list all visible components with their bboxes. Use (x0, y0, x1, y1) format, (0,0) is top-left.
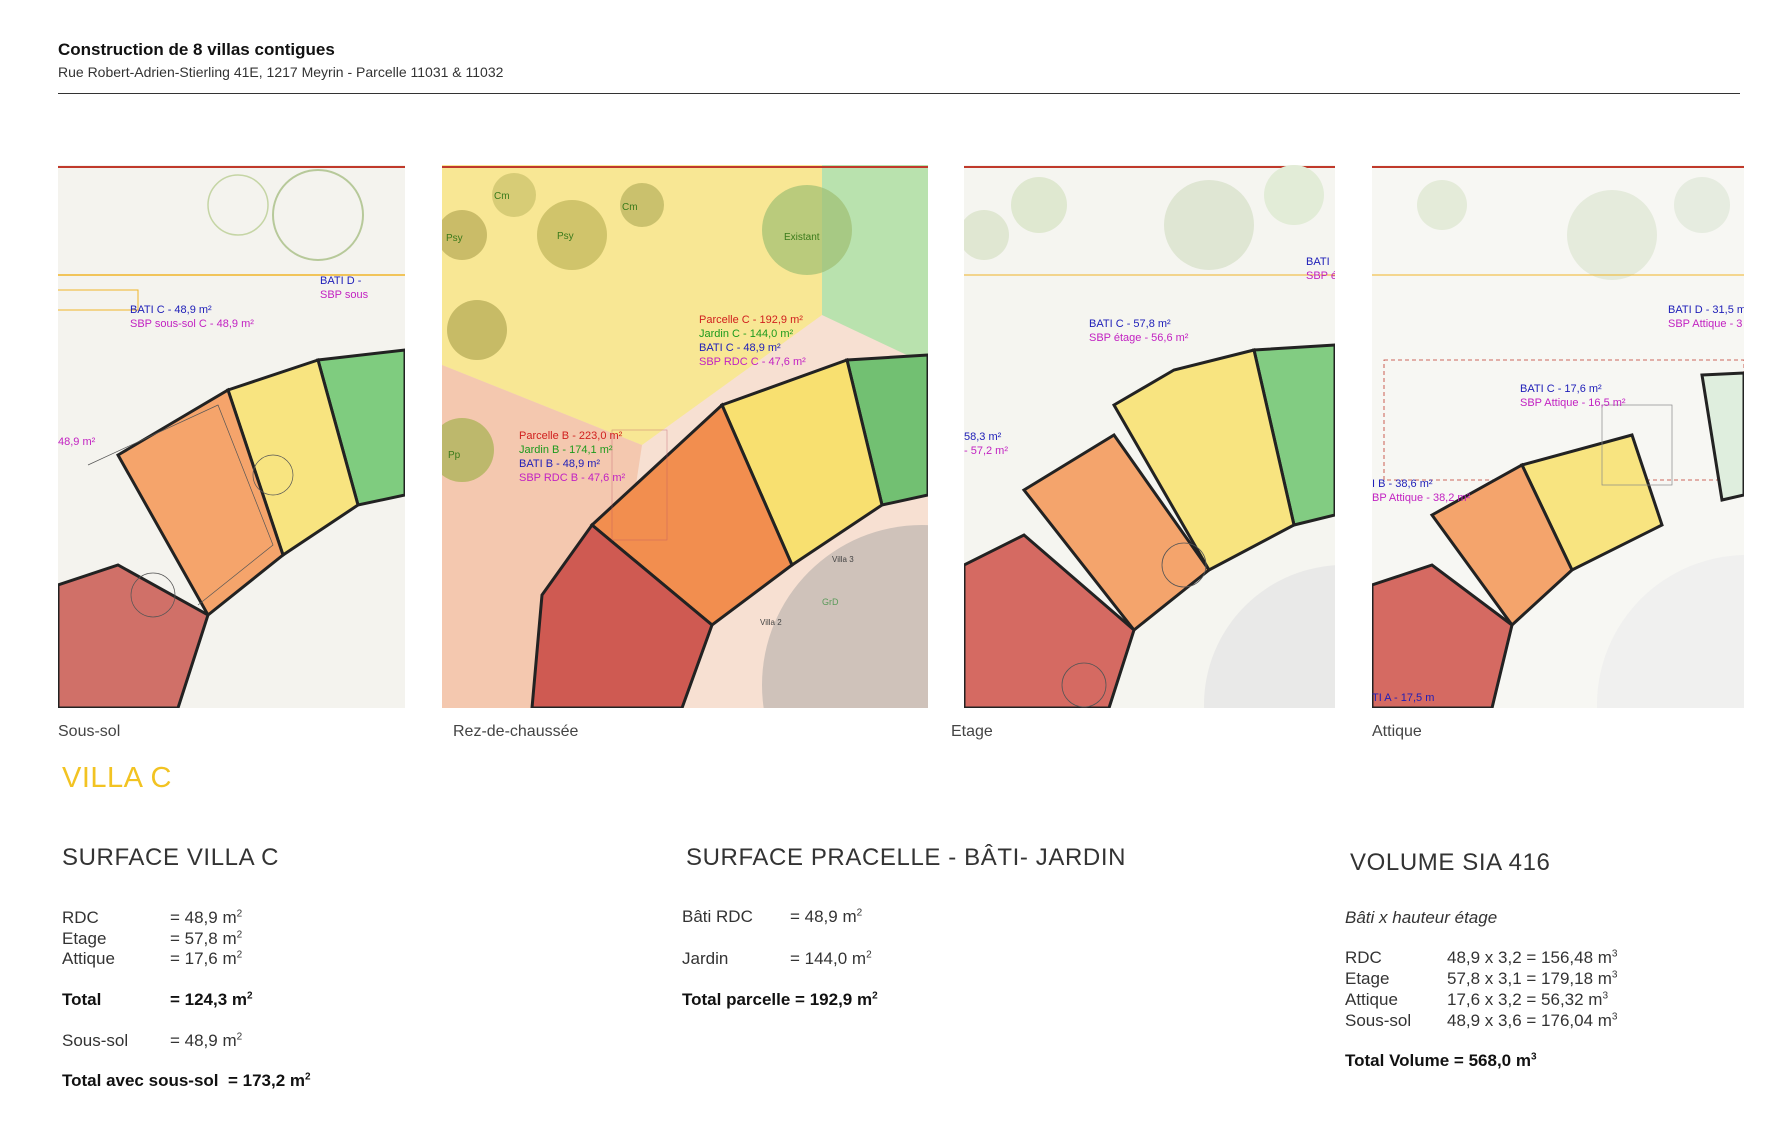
surface-row-etage: Etage = 57,8 m2 (62, 929, 242, 949)
plan-label: I B - 38,6 m² (1372, 478, 1433, 490)
surface-total-label: Total (62, 990, 102, 1009)
volume-total: Total Volume = 568,0 m3 (1345, 1051, 1537, 1070)
plan-label: - 57,2 m² (964, 445, 1008, 457)
surface-row-label: Attique (62, 949, 115, 968)
parcelle-row-value: = 144,0 m2 (790, 949, 872, 968)
volume-row-rdc: RDC 48,9 x 3,2 = 156,48 m3 (1345, 948, 1617, 968)
plan-label: SBP RDC B - 47,6 m² (519, 472, 625, 484)
surface-row-value: = 57,8 m2 (170, 929, 243, 948)
volume-row-label: Attique (1345, 990, 1398, 1009)
plan-label: Villa 2 (760, 618, 782, 627)
plan-label: BATI C - 57,8 m² (1089, 318, 1171, 330)
plan-label: Parcelle C - 192,9 m² (699, 314, 803, 326)
plan-rez-de-chaussee: Cm Cm Psy Psy Existant Pp GrD Villa 3 Vi… (442, 165, 928, 708)
villa-title: VILLA C (62, 762, 172, 794)
surface-total-ss-label: Total avec sous-sol (62, 1071, 219, 1090)
plan-label: Jardin C - 144,0 m² (699, 328, 793, 340)
plan-label: Cm (622, 202, 638, 213)
document-title: Construction de 8 villas contigues (58, 40, 335, 59)
surface-row-value: = 48,9 m2 (170, 908, 243, 927)
plan-label: 48,9 m² (58, 436, 96, 448)
surface-villa-title: SURFACE VILLA C (62, 844, 280, 871)
surface-parcelle-title: SURFACE PRACELLE - BÂTI- JARDIN (686, 844, 1127, 871)
volume-subtitle: Bâti x hauteur étage (1345, 908, 1498, 927)
plan-label: BATI C - 48,9 m² (699, 342, 781, 354)
surface-total-sous-sol: Total avec sous-sol = 173,2 m2 (62, 1071, 311, 1091)
plan-label: BATI C - 17,6 m² (1520, 383, 1602, 395)
plan-label: Parcelle B - 223,0 m² (519, 430, 623, 442)
plan-label: BATI D - (320, 275, 362, 287)
volume-row-value: 17,6 x 3,2 = 56,32 m3 (1447, 990, 1609, 1009)
plan-label: Psy (557, 231, 574, 242)
volume-row-etage: Etage 57,8 x 3,1 = 179,18 m3 (1345, 969, 1617, 989)
plan-etage: BATI C - 57,8 m² SBP étage - 56,6 m² 58,… (964, 165, 1335, 708)
surface-sous-sol: Sous-sol = 48,9 m2 (62, 1031, 242, 1051)
plan-label: BATI D - 31,5 m (1668, 304, 1744, 316)
header-divider (58, 93, 1740, 94)
volume-row-value: 57,8 x 3,1 = 179,18 m3 (1447, 969, 1618, 988)
surface-row-label: RDC (62, 908, 99, 927)
volume-row-value: 48,9 x 3,2 = 156,48 m3 (1447, 948, 1618, 967)
surface-total: Total = 124,3 m2 (62, 990, 253, 1010)
plan-label: BATI C - 48,9 m² (130, 304, 212, 316)
plan-label: Existant (784, 232, 820, 243)
volume-row-label: Sous-sol (1345, 1011, 1412, 1030)
plan-label: TI A - 17,5 m (1372, 692, 1434, 704)
surface-row-attique: Attique = 17,6 m2 (62, 949, 242, 969)
plan-label: BATI B - 48,9 m² (519, 458, 600, 470)
document-header: Construction de 8 villas contigues Rue R… (58, 40, 1740, 80)
surface-row-rdc: RDC = 48,9 m2 (62, 908, 242, 928)
parcelle-row-value: = 48,9 m2 (790, 907, 863, 926)
volume-row-label: RDC (1345, 948, 1382, 967)
surface-row-value: = 17,6 m2 (170, 949, 243, 968)
volume-row-value: 48,9 x 3,6 = 176,04 m3 (1447, 1011, 1618, 1030)
parcelle-row-label: Jardin (682, 949, 729, 968)
plan-label: Pp (448, 450, 461, 461)
caption-sous-sol: Sous-sol (58, 723, 121, 740)
caption-etage: Etage (951, 723, 993, 740)
plan-label: SBP Attique - 3 (1668, 318, 1742, 330)
parcelle-total: Total parcelle = 192,9 m2 (682, 990, 878, 1009)
caption-rez-de-chaussee: Rez-de-chaussée (453, 723, 579, 740)
volume-title: VOLUME SIA 416 (1350, 849, 1551, 876)
plan-label: Cm (494, 191, 510, 202)
plan-label: SBP RDC C - 47,6 m² (699, 356, 806, 368)
plan-label: SBP é (1306, 270, 1335, 282)
parcelle-total-text: Total parcelle = 192,9 m (682, 990, 873, 1009)
document-subtitle: Rue Robert-Adrien-Stierling 41E, 1217 Me… (58, 64, 504, 80)
plan-label: BP Attique - 38,2 m² (1372, 492, 1471, 504)
plan-label: SBP sous-sol C - 48,9 m² (130, 318, 254, 330)
plan-label: BATI (1306, 256, 1330, 268)
surface-sous-sol-value: = 48,9 m2 (170, 1031, 243, 1050)
parcelle-row-label: Bâti RDC (682, 907, 753, 926)
volume-row-label: Etage (1345, 969, 1390, 988)
parcelle-row-bati: Bâti RDC = 48,9 m2 (682, 907, 862, 927)
caption-attique: Attique (1372, 723, 1422, 740)
volume-row-sous-sol: Sous-sol 48,9 x 3,6 = 176,04 m3 (1345, 1011, 1617, 1031)
plan-sous-sol: BATI C - 48,9 m² SBP sous-sol C - 48,9 m… (58, 165, 405, 708)
surface-sous-sol-label: Sous-sol (62, 1031, 129, 1050)
plan-label: Psy (446, 233, 463, 244)
plan-label: SBP sous (320, 289, 369, 301)
plan-label: 58,3 m² (964, 431, 1002, 443)
surface-total-value: = 124,3 m2 (170, 990, 253, 1009)
surface-total-ss-value: = 173,2 m2 (227, 1071, 311, 1090)
volume-total-text: Total Volume = 568,0 m (1345, 1051, 1531, 1070)
plan-label: SBP étage - 56,6 m² (1089, 332, 1189, 344)
plan-attique: BATI C - 17,6 m² SBP Attique - 16,5 m² B… (1372, 165, 1744, 708)
plan-label: SBP Attique - 16,5 m² (1520, 397, 1626, 409)
volume-row-attique: Attique 17,6 x 3,2 = 56,32 m3 (1345, 990, 1608, 1010)
plan-label: GrD (822, 597, 839, 607)
parcelle-row-jardin: Jardin = 144,0 m2 (682, 949, 872, 969)
surface-row-label: Etage (62, 929, 107, 948)
plan-label: Villa 3 (832, 555, 854, 564)
plan-label: Jardin B - 174,1 m² (519, 444, 613, 456)
